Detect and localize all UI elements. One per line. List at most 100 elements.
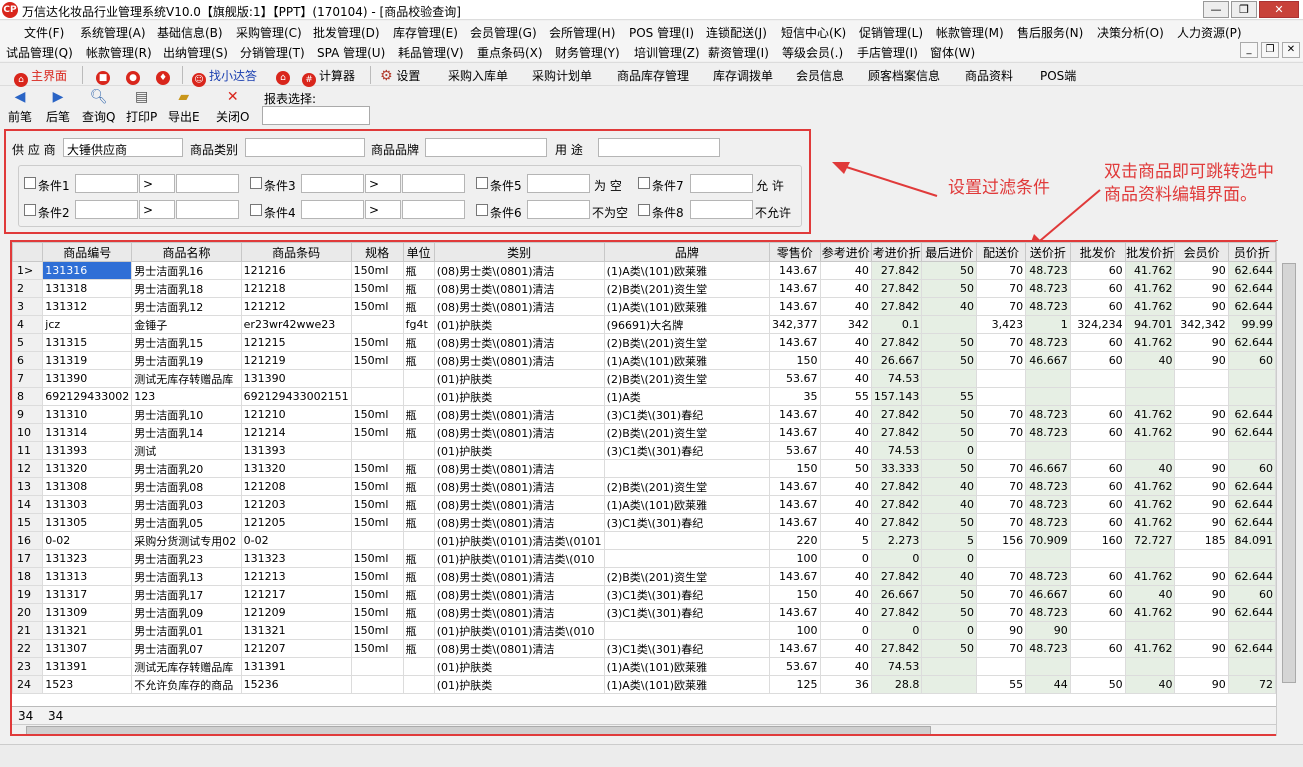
table-row[interactable]: 13 131308 男士洁面乳08 121208 150ml 瓶 (08)男士类\(0801… (12, 477, 1276, 496)
supplier-input[interactable]: 大锤供应商 (63, 138, 183, 157)
table-cell[interactable]: 瓶 (402, 351, 435, 370)
table-cell[interactable]: 74.53 (870, 657, 923, 676)
table-cell[interactable]: 121214 (240, 423, 352, 442)
table-cell[interactable]: 48.723 (1025, 405, 1071, 424)
table-cell[interactable]: 50 (921, 351, 978, 370)
table-cell[interactable]: 40 (921, 495, 978, 514)
table-cell[interactable]: 男士洁面乳08 (131, 477, 242, 496)
find-helper-button[interactable]: ☺ 找小达答 (192, 67, 257, 87)
table-cell[interactable] (1025, 369, 1071, 388)
table-cell[interactable]: (3)C1类\(301)春纪 (603, 639, 771, 658)
table-cell[interactable]: 150ml (350, 549, 404, 568)
table-cell[interactable]: 40 (819, 297, 872, 316)
menu1-item-8[interactable]: POS 管理(I) (629, 24, 694, 41)
table-cell[interactable]: 131312 (42, 297, 133, 316)
table-cell[interactable]: 男士洁面乳16 (131, 261, 242, 280)
table-cell[interactable]: 41.762 (1124, 477, 1176, 496)
mdi-restore-button[interactable]: ❐ (1261, 42, 1279, 58)
table-cell[interactable]: (08)男士类\(0801)清洁 (433, 333, 605, 352)
table-cell[interactable]: 131310 (42, 405, 133, 424)
table-cell[interactable]: 男士洁面乳12 (131, 297, 242, 316)
table-cell[interactable]: 70 (976, 297, 1027, 316)
mdi-close-button[interactable]: ✕ (1282, 42, 1300, 58)
menu2-item-6[interactable]: 重点条码(X) (477, 44, 543, 61)
column-header-15[interactable]: 批发价折 (1124, 242, 1176, 262)
table-cell[interactable]: 70 (976, 423, 1027, 442)
table-cell[interactable]: 143.67 (769, 495, 821, 514)
table-cell[interactable]: 测试 (131, 441, 242, 460)
table-row[interactable]: 7 131390 测试无库存转赠品库 131390 (01)护肤类 (2)B类\(201)… (12, 369, 1276, 388)
table-row[interactable]: 3 131312 男士洁面乳12 121212 150ml 瓶 (08)男士类\(0801)… (12, 297, 1276, 316)
table-row[interactable]: 2 131318 男士洁面乳18 121218 150ml 瓶 (08)男士类\(0801)… (12, 279, 1276, 298)
table-cell[interactable]: 143.67 (769, 333, 821, 352)
table-cell[interactable] (1124, 441, 1176, 460)
table-cell[interactable]: 150ml (350, 567, 404, 586)
table-cell[interactable]: fg4t (402, 315, 435, 334)
usage-input[interactable] (598, 138, 720, 157)
table-cell[interactable]: (01)护肤类\(0101)清洁类\(0101 (433, 531, 605, 550)
table-cell[interactable]: 62.644 (1227, 279, 1276, 298)
column-header-10[interactable]: 考进价折 (870, 242, 923, 262)
menu1-item-0[interactable]: 文件(F) (24, 24, 64, 41)
table-cell[interactable]: 50 (921, 261, 978, 280)
table-cell[interactable]: 60 (1069, 423, 1126, 442)
table-cell[interactable]: 143.67 (769, 279, 821, 298)
table-cell[interactable]: 50 (1069, 675, 1126, 694)
table-cell[interactable]: 男士洁面乳01 (131, 621, 242, 640)
table-cell[interactable]: 121205 (240, 513, 352, 532)
table-row[interactable]: 8 692129433002 123 692129433002151 (01)护肤类 (1… (12, 387, 1276, 406)
table-cell[interactable]: 0 (870, 621, 923, 640)
cond5-field[interactable] (527, 174, 590, 193)
table-cell[interactable]: 70 (976, 459, 1027, 478)
table-cell[interactable] (402, 387, 435, 406)
table-cell[interactable]: 62.644 (1227, 405, 1276, 424)
cond2-operator[interactable]: > (139, 200, 175, 219)
table-cell[interactable]: 121213 (240, 567, 352, 586)
cond3-operator[interactable]: > (365, 174, 401, 193)
cond1-checkbox[interactable] (24, 177, 36, 189)
table-cell[interactable]: 62.644 (1227, 333, 1276, 352)
menu2-item-3[interactable]: 分销管理(T) (240, 44, 305, 61)
table-cell[interactable]: 48.723 (1025, 261, 1071, 280)
table-cell[interactable]: 90 (1025, 621, 1071, 640)
table-cell[interactable]: (96691)大名牌 (603, 315, 771, 334)
table-cell[interactable]: 27.842 (870, 639, 923, 658)
table-cell[interactable]: 60 (1069, 513, 1126, 532)
cond2-checkbox[interactable] (24, 204, 36, 216)
table-cell[interactable]: (08)男士类\(0801)清洁 (433, 639, 605, 658)
table-cell[interactable]: 5 (819, 531, 872, 550)
table-cell[interactable]: (3)C1类\(301)春纪 (603, 441, 771, 460)
table-cell[interactable]: 150ml (350, 639, 404, 658)
table-cell[interactable] (350, 315, 404, 334)
table-row[interactable]: 11 131393 测试 131393 (01)护肤类 (3)C1类\(301)春纪 53.… (12, 441, 1276, 460)
table-cell[interactable]: 48.723 (1025, 603, 1071, 622)
table-cell[interactable] (921, 315, 978, 334)
table-cell[interactable]: 90 (976, 621, 1027, 640)
table-cell[interactable]: 41.762 (1124, 513, 1176, 532)
table-cell[interactable]: 84.091 (1227, 531, 1276, 550)
table-cell[interactable]: 男士洁面乳19 (131, 351, 242, 370)
table-cell[interactable]: 125 (769, 675, 821, 694)
table-cell[interactable]: 40 (819, 639, 872, 658)
table-cell[interactable]: 50 (921, 513, 978, 532)
table-cell[interactable]: (01)护肤类 (433, 675, 605, 694)
table-cell[interactable]: 采购分货测试专用02 (131, 531, 242, 550)
table-cell[interactable]: (1)A类\(101)欧莱雅 (603, 261, 771, 280)
table-cell[interactable]: 瓶 (402, 459, 435, 478)
table-cell[interactable] (402, 531, 435, 550)
table-cell[interactable] (1174, 657, 1229, 676)
menu2-item-0[interactable]: 试品管理(Q) (6, 44, 73, 61)
table-cell[interactable]: 50 (921, 423, 978, 442)
table-cell[interactable]: 131317 (42, 585, 133, 604)
table-row[interactable]: 22 131307 男士洁面乳07 121207 150ml 瓶 (08)男士类\(0801… (12, 639, 1276, 658)
table-cell[interactable]: 53.67 (769, 441, 821, 460)
table-cell[interactable]: 40 (819, 657, 872, 676)
table-cell[interactable]: 男士洁面乳17 (131, 585, 242, 604)
cond5-checkbox[interactable] (476, 177, 488, 189)
table-cell[interactable]: 150ml (350, 621, 404, 640)
table-cell[interactable]: (08)男士类\(0801)清洁 (433, 279, 605, 298)
table-cell[interactable]: 2.273 (870, 531, 923, 550)
table-cell[interactable]: 46.667 (1025, 585, 1071, 604)
table-cell[interactable]: 72.727 (1124, 531, 1176, 550)
table-cell[interactable]: er23wr42wwe23 (240, 315, 352, 334)
